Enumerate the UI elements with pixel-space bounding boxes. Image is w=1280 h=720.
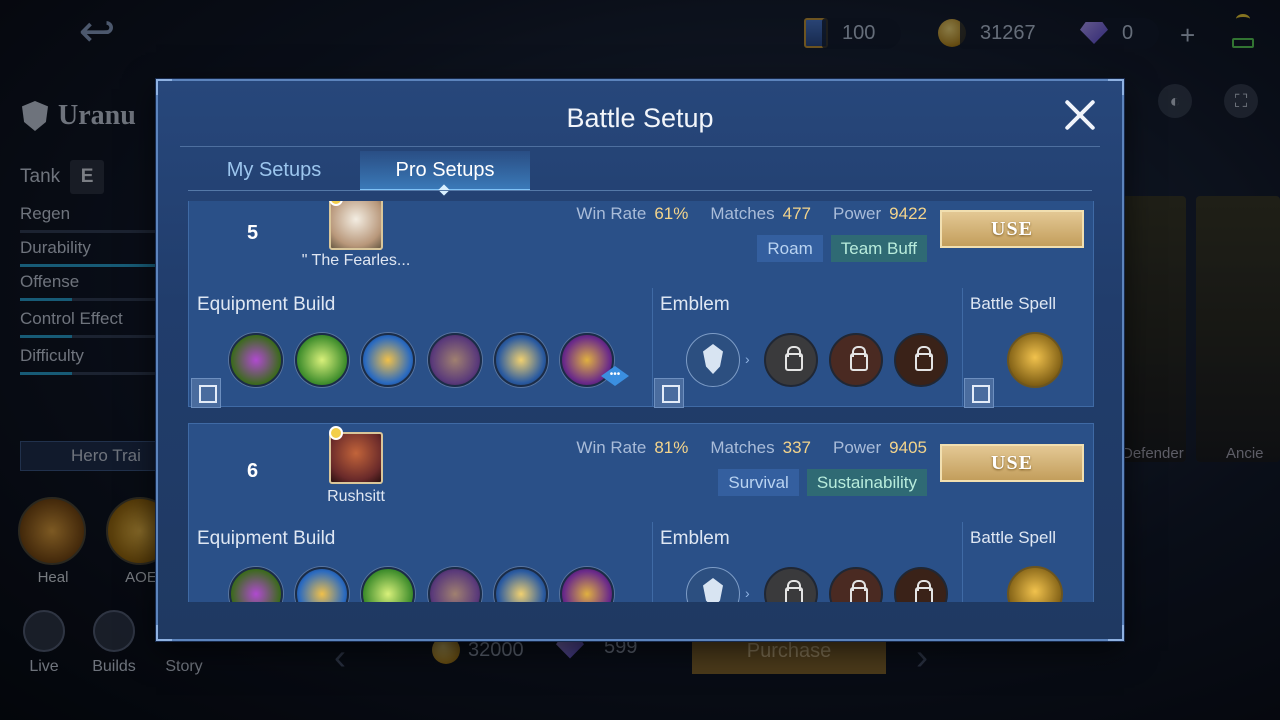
- locked-talent-icon[interactable]: [829, 567, 883, 602]
- emblem-label: Emblem: [660, 294, 730, 315]
- emblem-label: Emblem: [660, 528, 730, 549]
- chevron-right-icon: ›: [745, 351, 750, 367]
- locked-talent-icon[interactable]: [894, 567, 948, 602]
- player-avatar[interactable]: [329, 426, 383, 484]
- chevron-right-icon: ›: [745, 585, 750, 601]
- copy-build-icon[interactable]: [191, 378, 221, 408]
- spiked-armor-icon[interactable]: [428, 567, 482, 602]
- boots-icon[interactable]: [229, 567, 283, 602]
- ring-icon[interactable]: [295, 567, 349, 602]
- boots-icon[interactable]: [229, 333, 283, 387]
- country-flag-icon: [329, 201, 343, 206]
- win-rate-value: 61%: [654, 204, 689, 223]
- spiked-armor-icon[interactable]: [428, 333, 482, 387]
- setup-card: 5 " The Fearles... Win Rate 61% Matches 47…: [188, 201, 1094, 408]
- battle-spell-label: Battle Spell: [970, 528, 1056, 547]
- tab-my-setups[interactable]: My Setups: [188, 151, 360, 191]
- setup-card: 6 Rushsitt Win Rate 81% Matches 337 Power 9…: [188, 423, 1094, 602]
- power-value: 9422: [889, 204, 927, 223]
- locked-talent-icon[interactable]: [894, 333, 948, 387]
- power-value: 9405: [889, 438, 927, 457]
- setup-tags: Survival Sustainability: [718, 469, 927, 496]
- country-flag-icon: [329, 426, 343, 440]
- setup-stats: Win Rate 61% Matches 477 Power 9422: [576, 204, 927, 223]
- player-name: " The Fearles...: [301, 252, 411, 269]
- setup-tags: Roam Team Buff: [757, 235, 927, 262]
- dragon-helm-icon[interactable]: [361, 567, 415, 602]
- locked-spell-icon[interactable]: [1007, 332, 1063, 388]
- locked-talent-icon[interactable]: [764, 567, 818, 602]
- tag: Survival: [718, 469, 799, 496]
- tabs-divider: [188, 190, 1092, 191]
- lightning-gauntlet-icon[interactable]: [494, 333, 548, 387]
- locked-spell-icon[interactable]: [1007, 566, 1063, 602]
- tag: Sustainability: [806, 469, 927, 496]
- use-button[interactable]: USE: [940, 444, 1084, 482]
- copy-spell-icon[interactable]: [964, 378, 994, 408]
- battle-spell-label: Battle Spell: [970, 294, 1056, 313]
- setup-rank: 6: [247, 460, 259, 482]
- dialog-title: Battle Setup: [566, 103, 714, 133]
- setup-tabs: My Setups Pro Setups: [188, 151, 530, 191]
- tag: Roam: [757, 235, 823, 262]
- equipment-label: Equipment Build: [197, 294, 336, 315]
- matches-value: 477: [782, 204, 811, 223]
- setup-stats: Win Rate 81% Matches 337 Power 9405: [576, 438, 927, 457]
- dragon-helm-icon[interactable]: [295, 333, 349, 387]
- tag: Team Buff: [830, 235, 927, 262]
- tab-pro-setups[interactable]: Pro Setups: [360, 151, 530, 191]
- tank-emblem-icon[interactable]: [686, 567, 740, 602]
- title-divider: [180, 146, 1100, 147]
- ring-icon[interactable]: [361, 333, 415, 387]
- battle-setup-dialog: Battle Setup My Setups Pro Setups 5 " Th…: [156, 79, 1124, 641]
- crowned-shield-icon[interactable]: [560, 567, 614, 602]
- close-icon[interactable]: [1062, 97, 1098, 133]
- player-name: Rushsitt: [327, 488, 385, 505]
- setup-rank: 5: [247, 222, 259, 244]
- lightning-gauntlet-icon[interactable]: [494, 567, 548, 602]
- locked-talent-icon[interactable]: [829, 333, 883, 387]
- matches-value: 337: [782, 438, 811, 457]
- equipment-label: Equipment Build: [197, 528, 336, 549]
- player-avatar[interactable]: [329, 201, 383, 250]
- pro-setups-list[interactable]: 5 " The Fearles... Win Rate 61% Matches 47…: [188, 201, 1094, 602]
- win-rate-value: 81%: [654, 438, 689, 457]
- use-button[interactable]: USE: [940, 210, 1084, 248]
- copy-emblem-icon[interactable]: [654, 378, 684, 408]
- tank-emblem-icon[interactable]: [686, 333, 740, 387]
- locked-talent-icon[interactable]: [764, 333, 818, 387]
